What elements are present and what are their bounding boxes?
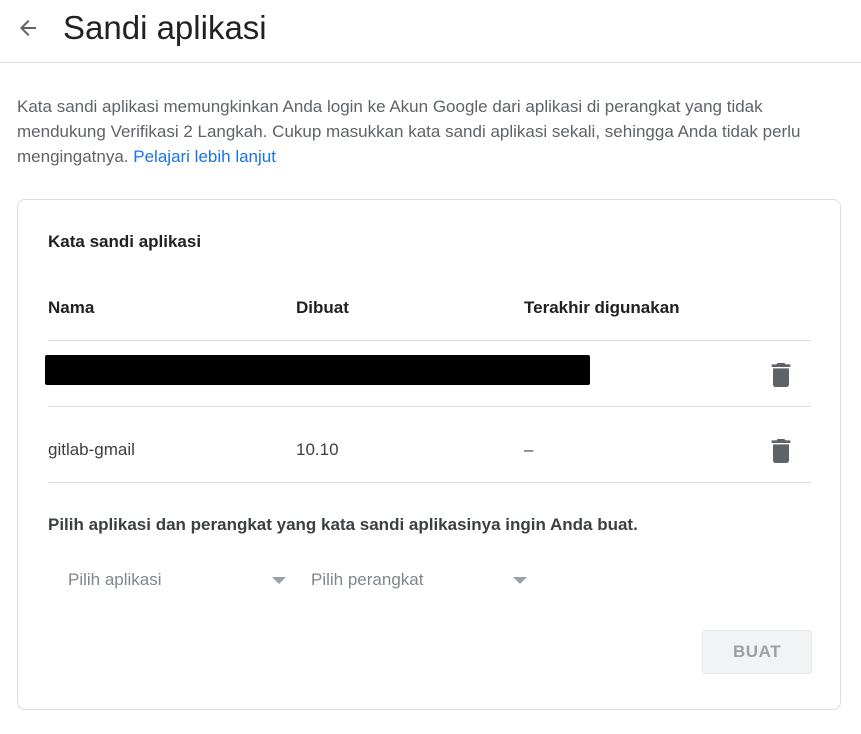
top-bar: Sandi aplikasi [0,0,861,63]
column-header-created: Dibuat [296,298,349,317]
password-name: gitlab-gmail [48,440,135,459]
delete-trash-icon[interactable] [769,438,793,464]
generate-instruction: Pilih aplikasi dan perangkat yang kata s… [48,515,638,534]
dropdown-caret-icon [513,576,527,584]
card-title: Kata sandi aplikasi [48,232,202,251]
row-divider [48,340,811,341]
create-button[interactable]: BUAT [702,630,812,674]
page-title: Sandi aplikasi [63,9,267,46]
dropdown-caret-icon [272,576,286,584]
select-device-label: Pilih perangkat [311,570,424,589]
back-arrow-icon[interactable] [12,12,44,44]
row-divider [48,406,811,407]
select-app-dropdown[interactable]: Pilih aplikasi [68,565,286,595]
learn-more-link[interactable]: Pelajari lebih lanjut [133,147,276,166]
password-last-used: – [524,440,534,459]
select-device-dropdown[interactable]: Pilih perangkat [311,565,527,595]
app-passwords-card: Kata sandi aplikasi Nama Dibuat Terakhir… [17,199,841,710]
select-app-label: Pilih aplikasi [68,570,162,589]
row-divider [48,482,811,483]
redacted-password-row [45,355,590,385]
password-created: 10.10 [296,440,339,459]
column-header-name: Nama [48,298,95,317]
delete-trash-icon[interactable] [769,362,793,388]
column-header-last-used: Terakhir digunakan [524,298,680,317]
intro-paragraph: Kata sandi aplikasi memungkinkan Anda lo… [17,94,817,169]
